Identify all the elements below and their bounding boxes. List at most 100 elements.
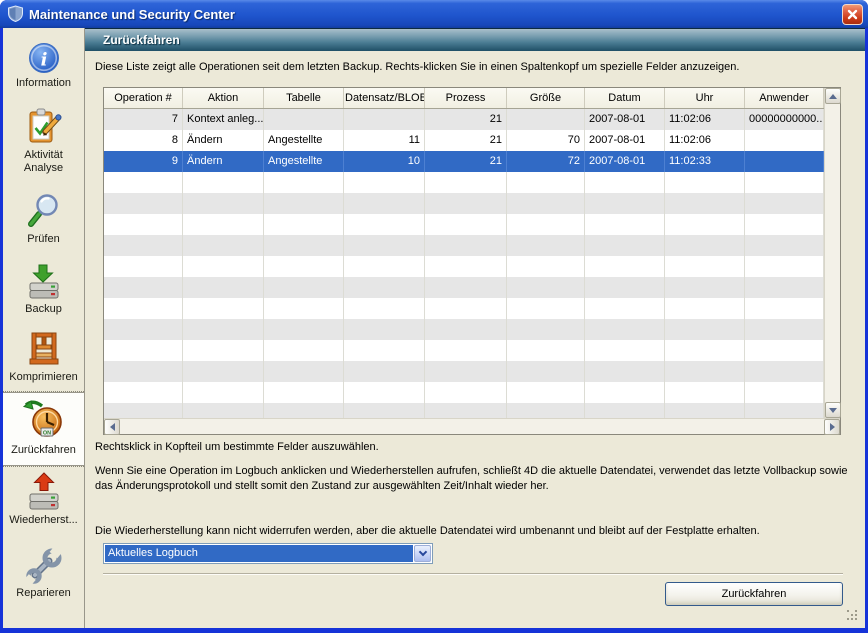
- table-cell: [507, 256, 585, 277]
- table-cell: [344, 403, 425, 418]
- column-header[interactable]: Operation #: [104, 88, 183, 108]
- table-cell: 21: [425, 109, 507, 130]
- table-cell: [425, 235, 507, 256]
- table-cell: [745, 382, 824, 403]
- table-cell: [104, 403, 183, 418]
- table-cell: 9: [104, 151, 183, 172]
- table-body: 7Kontext anleg...212007-08-0111:02:06000…: [104, 109, 824, 418]
- table-cell: [665, 298, 745, 319]
- table-cell: [745, 130, 824, 151]
- table-cell: [183, 214, 264, 235]
- table-cell: [344, 256, 425, 277]
- table-row[interactable]: [104, 235, 824, 256]
- logbook-dropdown[interactable]: Aktuelles Logbuch: [103, 543, 433, 564]
- column-header[interactable]: Größe: [507, 88, 585, 108]
- table-cell: [507, 298, 585, 319]
- table-cell: [745, 403, 824, 418]
- column-header[interactable]: Datum: [585, 88, 665, 108]
- table-row[interactable]: [104, 340, 824, 361]
- dropdown-button[interactable]: [414, 545, 431, 562]
- column-header[interactable]: Uhr: [665, 88, 745, 108]
- sidebar-item-information[interactable]: i Information: [3, 36, 84, 102]
- table-row[interactable]: [104, 256, 824, 277]
- close-button[interactable]: [842, 4, 863, 25]
- table-cell: 2007-08-01: [585, 130, 665, 151]
- sidebar-item-reparieren[interactable]: Reparieren: [3, 542, 84, 608]
- table-row[interactable]: [104, 193, 824, 214]
- table-cell: [507, 109, 585, 130]
- verify-icon: [25, 192, 63, 232]
- column-header[interactable]: Prozess: [425, 88, 507, 108]
- table-cell: [183, 298, 264, 319]
- table-row[interactable]: [104, 403, 824, 418]
- table-row[interactable]: [104, 298, 824, 319]
- sidebar-item-aktivitaet-analyse[interactable]: Aktivität Analyse: [3, 102, 84, 188]
- table-cell: [745, 151, 824, 172]
- scroll-up-button[interactable]: [825, 88, 841, 104]
- backup-icon: [25, 262, 63, 302]
- table-cell: [665, 277, 745, 298]
- titlebar[interactable]: Maintenance und Security Center: [0, 0, 868, 28]
- vertical-scrollbar[interactable]: [824, 88, 840, 418]
- sidebar-item-label: Zurückfahren: [9, 443, 78, 457]
- zurueckfahren-button[interactable]: Zurückfahren: [665, 582, 843, 606]
- restore-icon: [25, 471, 63, 513]
- sidebar-item-pruefen[interactable]: Prüfen: [3, 188, 84, 258]
- sidebar-item-label: Prüfen: [25, 232, 61, 246]
- horizontal-scrollbar[interactable]: [104, 418, 840, 434]
- table-row[interactable]: 8ÄndernAngestellte1121702007-08-0111:02:…: [104, 130, 824, 151]
- table-cell: [104, 172, 183, 193]
- compress-icon: [25, 328, 63, 370]
- column-header[interactable]: Aktion: [183, 88, 264, 108]
- table-row[interactable]: [104, 172, 824, 193]
- table-cell: Ändern: [183, 151, 264, 172]
- table-cell: [104, 361, 183, 382]
- table-cell: [507, 340, 585, 361]
- column-header[interactable]: Anwender: [745, 88, 824, 108]
- operations-table: Operation #AktionTabelleDatensatz/BLOBPr…: [103, 87, 841, 435]
- scroll-left-button[interactable]: [104, 419, 120, 435]
- table-cell: [585, 256, 665, 277]
- table-cell: [104, 193, 183, 214]
- table-cell: [745, 214, 824, 235]
- table-row[interactable]: [104, 277, 824, 298]
- table-cell: [344, 193, 425, 214]
- table-cell: [665, 193, 745, 214]
- table-cell: [425, 361, 507, 382]
- table-cell: [183, 277, 264, 298]
- table-cell: [665, 235, 745, 256]
- column-header[interactable]: Tabelle: [264, 88, 344, 108]
- sidebar-item-label: Reparieren: [14, 586, 72, 600]
- zurueckfahren-button-label: Zurückfahren: [722, 588, 787, 600]
- sidebar-item-zurueckfahren[interactable]: ON Zurückfahren: [3, 392, 84, 466]
- table-cell: [507, 172, 585, 193]
- scroll-down-button[interactable]: [825, 402, 841, 418]
- table-cell: [585, 361, 665, 382]
- table-cell: [104, 382, 183, 403]
- table-row[interactable]: [104, 214, 824, 235]
- table-row[interactable]: [104, 361, 824, 382]
- table-cell: [665, 382, 745, 403]
- table-row[interactable]: [104, 382, 824, 403]
- table-cell: [585, 193, 665, 214]
- sidebar-item-label: Wiederherst...: [7, 513, 79, 527]
- resize-grip[interactable]: [847, 610, 859, 622]
- table-cell: [507, 235, 585, 256]
- table-cell: [264, 256, 344, 277]
- sidebar-item-wiederherstellen[interactable]: Wiederherst...: [3, 466, 84, 542]
- scroll-right-button[interactable]: [824, 419, 840, 435]
- table-row[interactable]: [104, 319, 824, 340]
- table-row[interactable]: 9ÄndernAngestellte1021722007-08-0111:02:…: [104, 151, 824, 172]
- triangle-down-icon: [829, 408, 837, 413]
- sidebar-item-komprimieren[interactable]: Komprimieren: [3, 324, 84, 392]
- window-title: Maintenance und Security Center: [29, 7, 235, 22]
- table-cell: [183, 340, 264, 361]
- table-cell: [425, 256, 507, 277]
- table-row[interactable]: 7Kontext anleg...212007-08-0111:02:06000…: [104, 109, 824, 130]
- table-cell: [585, 340, 665, 361]
- table-cell: [104, 214, 183, 235]
- sidebar-item-backup[interactable]: Backup: [3, 258, 84, 324]
- table-cell: [507, 382, 585, 403]
- table-cell: [264, 172, 344, 193]
- column-header[interactable]: Datensatz/BLOB: [344, 88, 425, 108]
